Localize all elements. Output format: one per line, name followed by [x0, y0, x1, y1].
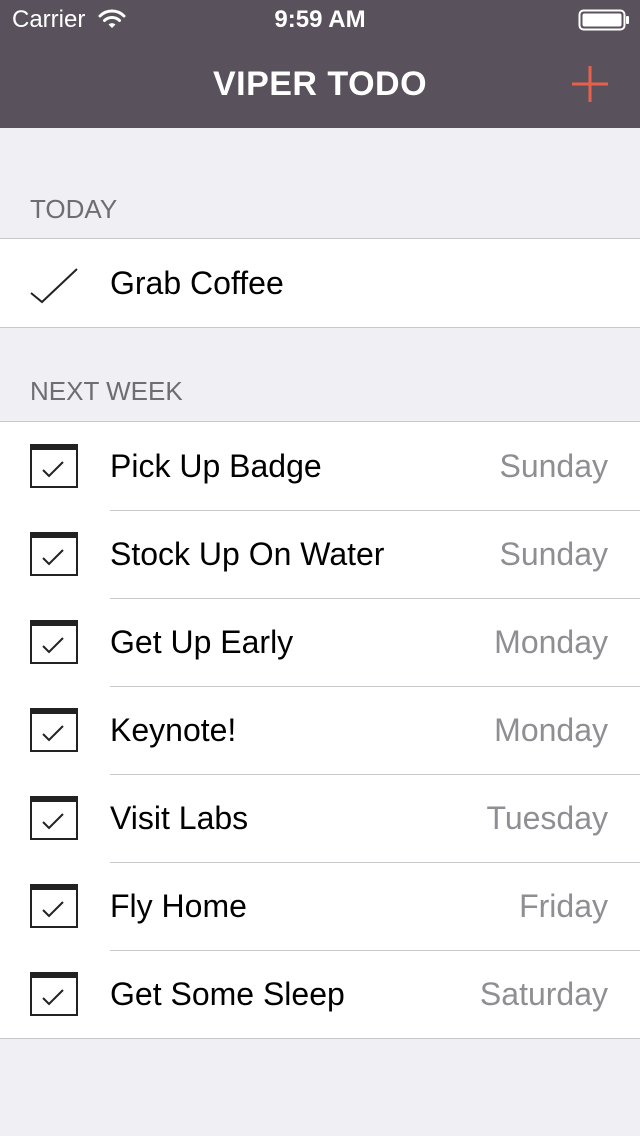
- navigation-bar: Carrier 9:59 AM VIPER TODO: [0, 0, 640, 128]
- section-header-today: TODAY: [30, 194, 118, 224]
- item-title: Visit Labs: [110, 800, 249, 836]
- item-title: Grab Coffee: [110, 265, 284, 301]
- calendar-check-icon: [30, 620, 78, 664]
- list-item[interactable]: Grab Coffee: [0, 239, 640, 327]
- section-header-next-week: NEXT WEEK: [30, 376, 183, 406]
- item-day: Saturday: [479, 976, 608, 1012]
- item-title: Pick Up Badge: [110, 448, 322, 484]
- item-title: Fly Home: [110, 888, 247, 924]
- item-day: Monday: [494, 712, 608, 748]
- calendar-check-icon: [30, 444, 78, 488]
- add-todo-button[interactable]: [566, 60, 614, 108]
- list-item[interactable]: Keynote! Monday: [0, 686, 640, 774]
- next-week-list: Pick Up Badge Sunday Stock Up On Water S…: [0, 421, 640, 1039]
- calendar-check-icon: [30, 796, 78, 840]
- checkmark-icon: [30, 268, 78, 304]
- item-day: Sunday: [499, 536, 608, 572]
- calendar-check-icon: [30, 708, 78, 752]
- item-day: Tuesday: [486, 800, 608, 836]
- calendar-check-icon: [30, 884, 78, 928]
- list-item[interactable]: Get Up Early Monday: [0, 598, 640, 686]
- list-item[interactable]: Pick Up Badge Sunday: [0, 422, 640, 510]
- item-title: Stock Up On Water: [110, 536, 385, 572]
- item-title: Get Up Early: [110, 624, 294, 660]
- status-time: 9:59 AM: [274, 6, 366, 33]
- list-item[interactable]: Stock Up On Water Sunday: [0, 510, 640, 598]
- status-bar: Carrier 9:59 AM: [0, 0, 640, 40]
- item-day: Sunday: [499, 448, 608, 484]
- plus-icon: [572, 66, 608, 102]
- list-item[interactable]: Fly Home Friday: [0, 862, 640, 950]
- list-item[interactable]: Visit Labs Tuesday: [0, 774, 640, 862]
- page-title: VIPER TODO: [212, 65, 428, 103]
- today-list: Grab Coffee: [0, 238, 640, 328]
- item-title: Keynote!: [110, 712, 237, 748]
- calendar-check-icon: [30, 972, 78, 1016]
- todo-screen: Carrier 9:59 AM VIPER TODO TODAY Grab Co…: [0, 0, 640, 1136]
- list-item[interactable]: Get Some Sleep Saturday: [0, 950, 640, 1038]
- item-day: Monday: [494, 624, 608, 660]
- calendar-check-icon: [30, 532, 78, 576]
- item-title: Get Some Sleep: [110, 976, 345, 1012]
- item-day: Friday: [519, 888, 608, 924]
- battery-icon: [578, 9, 629, 31]
